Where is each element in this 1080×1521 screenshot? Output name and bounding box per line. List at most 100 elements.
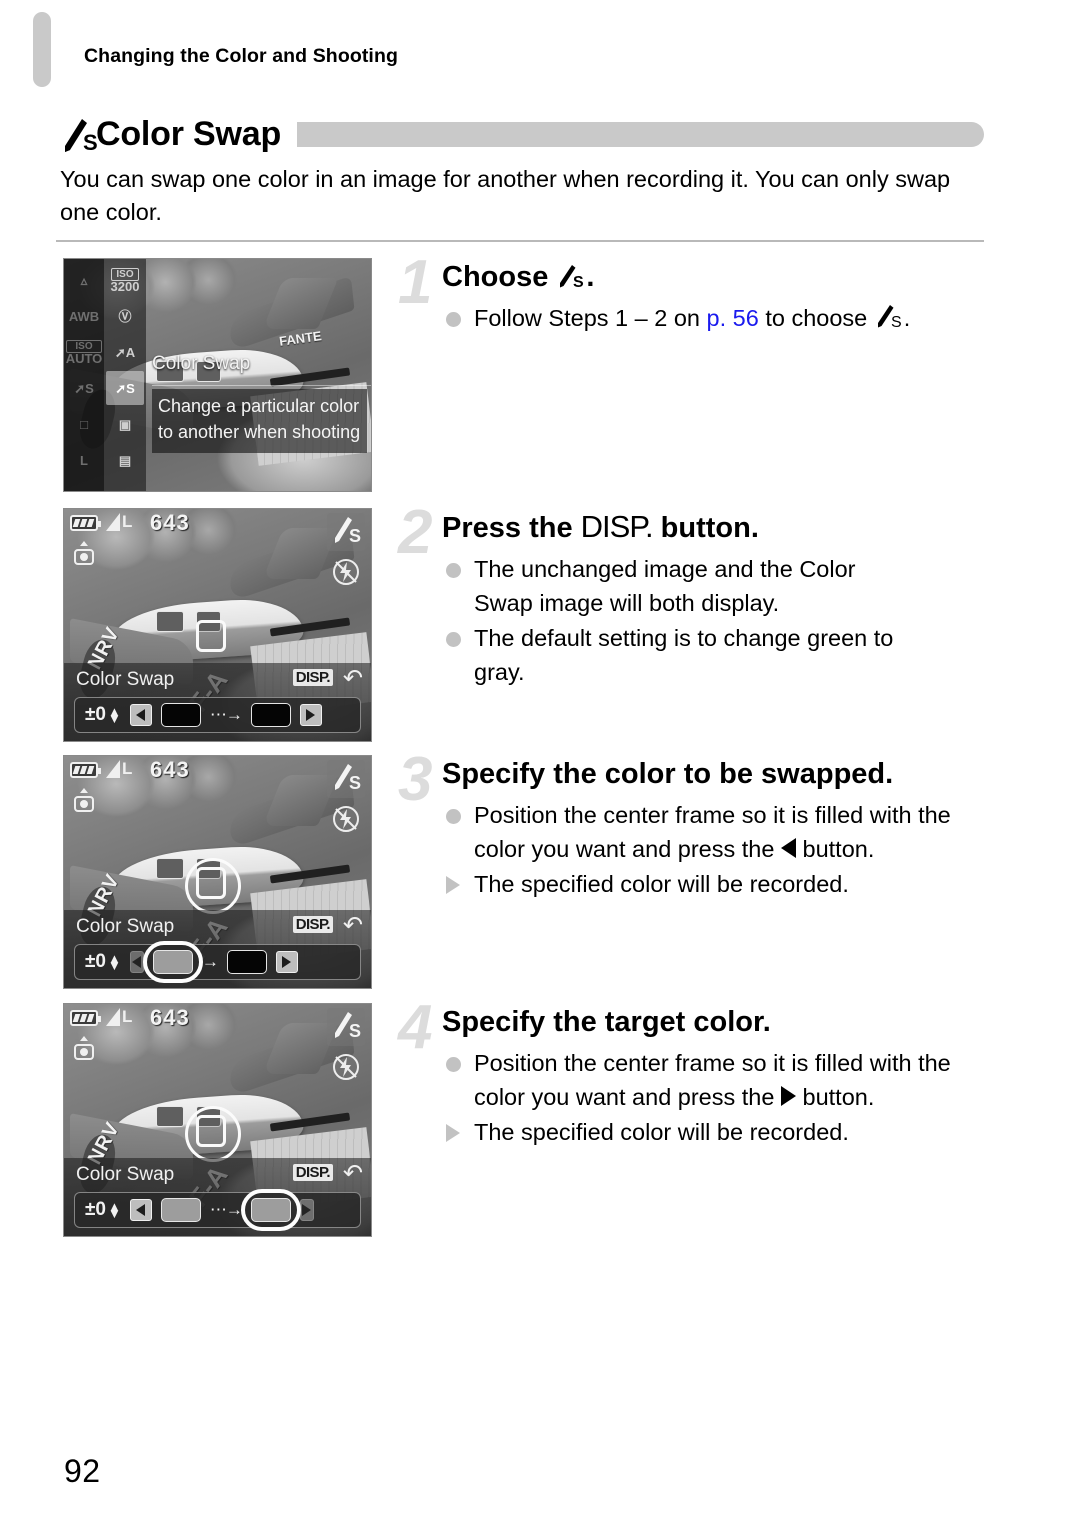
exposure-compensation-value[interactable]: ±0 ▲ ▼ bbox=[85, 951, 121, 973]
hud-top-bar: L 643 bbox=[64, 756, 371, 782]
menu-column-right[interactable]: ISO 3200 Ⓥ ➚A ➚S ▣ ▤ bbox=[104, 259, 146, 491]
bullet-text-before: Position the center frame so it is fille… bbox=[474, 802, 951, 862]
exposure-compensation-value[interactable]: ±0 ▲ ▼ bbox=[85, 1199, 121, 1221]
shots-remaining: 643 bbox=[150, 757, 190, 782]
right-arrow-button[interactable] bbox=[299, 1199, 314, 1221]
menu-icon-burst-1[interactable]: ▣ bbox=[106, 407, 144, 441]
center-frame bbox=[196, 620, 226, 653]
step-number: 3 bbox=[398, 745, 433, 814]
step-bullets: Position the center frame so it is fille… bbox=[442, 1046, 988, 1149]
page-reference-link[interactable]: p. 56 bbox=[707, 305, 759, 331]
left-arrow-button-icon bbox=[780, 838, 796, 858]
target-color-swatch[interactable] bbox=[226, 950, 267, 974]
image-size-label: L bbox=[122, 759, 133, 778]
page-number: 92 bbox=[64, 1453, 101, 1489]
source-color-swatch[interactable] bbox=[160, 703, 201, 727]
left-arrow-button[interactable] bbox=[129, 1199, 152, 1221]
step-bullets: The unchanged image and the Color Swap i… bbox=[442, 552, 988, 689]
swap-arrow-icon: → bbox=[201, 952, 219, 971]
bullet-text: The unchanged image and the Color Swap i… bbox=[474, 556, 856, 616]
return-arrow-icon: ↶ bbox=[342, 912, 363, 939]
hud-top-bar: L 643 bbox=[64, 1004, 371, 1030]
menu-icon-awb[interactable]: AWB bbox=[65, 299, 103, 333]
image-quality-indicator: L bbox=[106, 512, 132, 532]
menu-description: Change a particular color to another whe… bbox=[152, 389, 367, 453]
disp-button-badge[interactable]: DISP. bbox=[292, 916, 333, 933]
svg-text:S: S bbox=[573, 274, 584, 290]
step-heading: Specify the color to be swapped. bbox=[442, 758, 894, 790]
color-swap-control-bar[interactable]: ±0 ▲ ▼ ⋯→ bbox=[74, 1189, 361, 1231]
image-size-label: L bbox=[122, 512, 133, 531]
compression-icon bbox=[106, 760, 120, 778]
left-arrow-button[interactable] bbox=[129, 704, 152, 726]
bullet-item: The default setting is to change green t… bbox=[442, 621, 988, 689]
color-swap-icon: S bbox=[556, 265, 586, 290]
title-accent-bar bbox=[297, 121, 984, 147]
right-arrow-button[interactable] bbox=[275, 951, 298, 973]
shots-remaining: 643 bbox=[150, 510, 190, 535]
menu-icon-flash[interactable]: ▵ bbox=[65, 263, 103, 297]
step-3: 3 Specify the color to be swapped. Posit… bbox=[398, 749, 988, 902]
running-header: Changing the Color and Shooting bbox=[84, 45, 398, 67]
horizontal-rule bbox=[56, 240, 984, 242]
exposure-compensation-value[interactable]: ±0 ▲ ▼ bbox=[85, 704, 121, 726]
menu-icon-image-size-l[interactable]: L bbox=[65, 443, 103, 477]
flash-off-icon bbox=[331, 1052, 361, 1082]
menu-icon-color-swap-selected[interactable]: ➚S bbox=[106, 371, 144, 405]
step-heading: Specify the target color. bbox=[442, 1006, 771, 1038]
svg-text:S: S bbox=[891, 314, 902, 330]
bullet-text: The default setting is to change green t… bbox=[474, 625, 894, 685]
return-arrow-icon: ↶ bbox=[342, 1160, 363, 1187]
menu-icon-iso-auto[interactable]: ISO AUTO bbox=[65, 335, 103, 369]
step-number: 4 bbox=[398, 993, 433, 1062]
svg-text:S: S bbox=[349, 526, 361, 546]
hud-bottom-bar: Color Swap DISP. ↶ ±0 ▲ ▼ ⋯→ bbox=[64, 663, 371, 741]
target-color-swatch[interactable] bbox=[250, 703, 291, 727]
menu-icon-color-swap[interactable]: ➚S bbox=[65, 371, 103, 405]
bullet-text-middle: to choose bbox=[758, 305, 874, 331]
intro-paragraph: You can swap one color in an image for a… bbox=[60, 166, 951, 225]
menu-icon-drive-single[interactable]: □ bbox=[65, 407, 103, 441]
disp-button-badge[interactable]: DISP. bbox=[292, 669, 333, 686]
bullet-text-after: button. bbox=[795, 836, 875, 862]
image-size-label: L bbox=[122, 1007, 133, 1026]
menu-column-left[interactable]: ▵ AWB ISO AUTO ➚S □ L bbox=[64, 259, 104, 491]
step-number: 1 bbox=[398, 248, 433, 317]
up-down-arrows-icon: ▲ ▼ bbox=[108, 1199, 121, 1221]
plane-window bbox=[156, 1106, 184, 1127]
step-heading: Press the DISP. button. bbox=[442, 508, 988, 547]
left-arrow-button[interactable] bbox=[129, 951, 144, 973]
step-heading-text: Choose bbox=[442, 261, 549, 293]
menu-icon-color-accent[interactable]: ➚A bbox=[106, 335, 144, 369]
step-bullets: Position the center frame so it is fille… bbox=[442, 798, 988, 901]
flash-off-icon bbox=[331, 804, 361, 834]
mode-label: Color Swap bbox=[76, 1164, 175, 1185]
color-swap-icon: S bbox=[56, 114, 98, 155]
menu-icon-burst-2[interactable]: ▤ bbox=[106, 443, 144, 477]
color-swap-control-bar[interactable]: ±0 ▲ ▼ → bbox=[74, 941, 361, 983]
menu-icon-iso-3200[interactable]: ISO 3200 bbox=[106, 263, 144, 297]
section-title-row: S Color Swap bbox=[56, 112, 984, 156]
step-bullets: Follow Steps 1 – 2 on p. 56 to choose S … bbox=[442, 301, 988, 335]
source-color-swatch[interactable] bbox=[142, 941, 203, 983]
bullet-item: The unchanged image and the Color Swap i… bbox=[442, 552, 988, 620]
battery-icon bbox=[70, 515, 101, 531]
manual-page: Changing the Color and Shooting S Color … bbox=[0, 0, 1080, 1521]
menu-icon-redeye[interactable]: Ⓥ bbox=[106, 299, 144, 333]
right-arrow-button[interactable] bbox=[299, 704, 322, 726]
source-color-swatch[interactable] bbox=[160, 1198, 201, 1222]
color-swap-icon: S bbox=[874, 305, 904, 330]
hud-bottom-bar: Color Swap DISP. ↶ ±0 ▲ ▼ → bbox=[64, 910, 371, 988]
step-4: 4 Specify the target color. Position the… bbox=[398, 997, 988, 1150]
bullet-item: Follow Steps 1 – 2 on p. 56 to choose S … bbox=[442, 301, 988, 335]
target-color-swatch[interactable] bbox=[240, 1189, 301, 1231]
compression-icon bbox=[106, 513, 120, 531]
page-title: Color Swap bbox=[96, 115, 282, 153]
plane-tail bbox=[262, 277, 339, 329]
bullet-text: The specified color will be recorded. bbox=[474, 1119, 849, 1145]
battery-icon bbox=[70, 1010, 101, 1026]
up-down-arrows-icon: ▲ ▼ bbox=[108, 951, 121, 973]
hud-bottom-bar: Color Swap DISP. ↶ ±0 ▲ ▼ ⋯→ bbox=[64, 1158, 371, 1236]
disp-button-badge[interactable]: DISP. bbox=[292, 1164, 333, 1181]
color-swap-control-bar[interactable]: ±0 ▲ ▼ ⋯→ bbox=[74, 697, 361, 733]
